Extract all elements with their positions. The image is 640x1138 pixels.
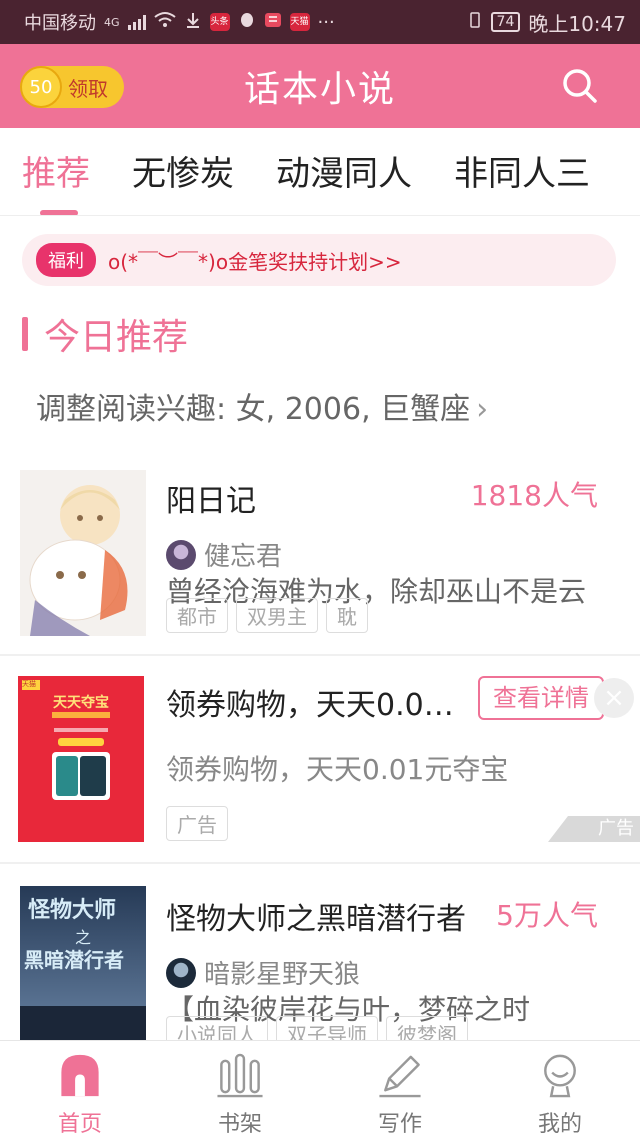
- ad-image: 天猫 天天夺宝: [18, 676, 144, 842]
- tag[interactable]: 彼梦阁: [386, 1016, 468, 1040]
- battery-indicator: 74: [490, 12, 521, 32]
- nav-home[interactable]: 首页: [0, 1041, 160, 1138]
- nav-bookshelf-label: 书架: [217, 1112, 262, 1137]
- signal-icon: [127, 14, 146, 30]
- divider: [0, 862, 640, 864]
- book-cover: [20, 470, 146, 636]
- view-details-button[interactable]: 查看详情: [478, 676, 604, 720]
- tag[interactable]: 耽: [326, 598, 368, 633]
- section-header: 今日推荐: [22, 310, 188, 358]
- tab-wucantan[interactable]: 无惨炭: [132, 128, 234, 215]
- avatar: [166, 539, 196, 570]
- nav-profile-label: 我的: [537, 1112, 582, 1137]
- adjust-interest-link[interactable]: 调整阅读兴趣: 女, 2006, 巨蟹座 ›: [36, 384, 488, 428]
- more-notifications-icon: ···: [317, 11, 335, 33]
- book-title: 怪物大师之黑暗潜行者: [166, 902, 466, 937]
- tab-recommend[interactable]: 推荐: [22, 128, 90, 215]
- nav-bookshelf[interactable]: 书架: [160, 1041, 320, 1138]
- popularity-count: 1818人气: [470, 479, 598, 512]
- ad-image-title: 天天夺宝: [53, 695, 109, 711]
- cover-title-bottom: 黑暗潜行者: [24, 948, 124, 972]
- tag-list: 广告: [166, 806, 228, 841]
- close-icon: ×: [603, 683, 625, 713]
- tag[interactable]: 双男主: [236, 598, 318, 633]
- divider: [0, 654, 640, 656]
- nav-home-label: 首页: [57, 1112, 102, 1137]
- popularity-count: 5万人气: [496, 899, 598, 932]
- ad-image-badge: 天猫: [22, 680, 36, 688]
- tag[interactable]: 双子导师: [276, 1016, 378, 1040]
- section-title: 今日推荐: [44, 317, 189, 358]
- search-icon: [563, 69, 597, 103]
- nav-write[interactable]: 写作: [320, 1041, 480, 1138]
- welfare-badge: 福利: [36, 243, 96, 277]
- search-button[interactable]: [560, 66, 600, 106]
- bottom-navigation: 首页 书架 写作 我的: [0, 1040, 640, 1138]
- author-name: 暗影星野天狼: [204, 960, 361, 990]
- ad-tag: 广告: [166, 806, 228, 841]
- promo-banner[interactable]: 福利 o(*￣︶￣*)o金笔奖扶持计划>>: [22, 234, 616, 286]
- claim-coins-button[interactable]: 50 领取: [20, 66, 124, 108]
- status-bar: 中国移动 4G 头条 天猫 ··· 74 晚上10:47: [0, 0, 640, 44]
- promo-text: o(*￣︶￣*)o金笔奖扶持计划>>: [108, 249, 402, 274]
- book-app-icon: [264, 11, 282, 34]
- tab-anime-fanfic[interactable]: 动漫同人: [276, 128, 412, 215]
- category-tabs: 推荐 无惨炭 动漫同人 非同人三: [0, 128, 640, 216]
- book-item[interactable]: 怪物大师 之 黑暗潜行者 怪物大师之黑暗潜行者 5万人气 暗影星野天狼 【血染彼…: [0, 866, 640, 1040]
- close-ad-button[interactable]: ×: [594, 678, 634, 718]
- avatar: [166, 957, 196, 988]
- tag[interactable]: 都市: [166, 598, 228, 633]
- carrier-label: 中国移动: [24, 13, 96, 34]
- ad-description: 领券购物，天天0.01元夺宝: [166, 753, 509, 786]
- wifi-icon: [153, 11, 176, 34]
- coin-icon: 50: [20, 66, 62, 108]
- profile-icon: [544, 1054, 576, 1098]
- page-title: 话本小说: [243, 69, 396, 110]
- section-accent-bar: [22, 317, 28, 351]
- network-label: 4G: [104, 15, 120, 29]
- bookshelf-icon: [217, 1053, 263, 1098]
- nav-profile[interactable]: 我的: [480, 1041, 640, 1138]
- nav-write-label: 写作: [377, 1112, 422, 1137]
- author-name: 健忘君: [204, 542, 283, 572]
- vibrate-icon: [467, 11, 483, 34]
- tag-list: 都市 双男主 耽: [166, 598, 368, 633]
- app-header: 50 领取 话本小说: [0, 44, 640, 128]
- book-item[interactable]: 阳日记 1818人气 健忘君 曾经沧海难为水，除却巫山不是云 都市 双男主 耽: [0, 460, 640, 650]
- pen-icon: [379, 1055, 421, 1098]
- qq-icon: [238, 11, 256, 34]
- clock: 晚上10:47: [528, 11, 626, 36]
- author: 健忘君: [166, 536, 282, 573]
- home-icon: [61, 1054, 99, 1097]
- book-cover: 怪物大师 之 黑暗潜行者: [20, 886, 146, 1040]
- ad-title: 领券购物，天天0.01元夺宝: [166, 688, 470, 723]
- claim-label: 领取: [68, 76, 108, 101]
- tag[interactable]: 小说同人: [166, 1016, 268, 1040]
- author: 暗影星野天狼: [166, 954, 360, 991]
- tmall-app-icon: 天猫: [289, 13, 310, 31]
- cover-title-top: 怪物大师: [28, 898, 117, 923]
- book-title: 阳日记: [166, 484, 256, 519]
- ad-corner-text: 广告: [598, 818, 634, 839]
- tag-list: 小说同人 双子导师 彼梦阁: [166, 1016, 468, 1040]
- tab-non-fanfic[interactable]: 非同人三: [454, 128, 590, 215]
- chevron-right-icon: ›: [476, 392, 489, 427]
- download-icon: [184, 11, 202, 34]
- interest-text: 调整阅读兴趣: 女, 2006, 巨蟹座: [36, 392, 471, 427]
- toutiao-app-icon: 头条: [209, 13, 230, 31]
